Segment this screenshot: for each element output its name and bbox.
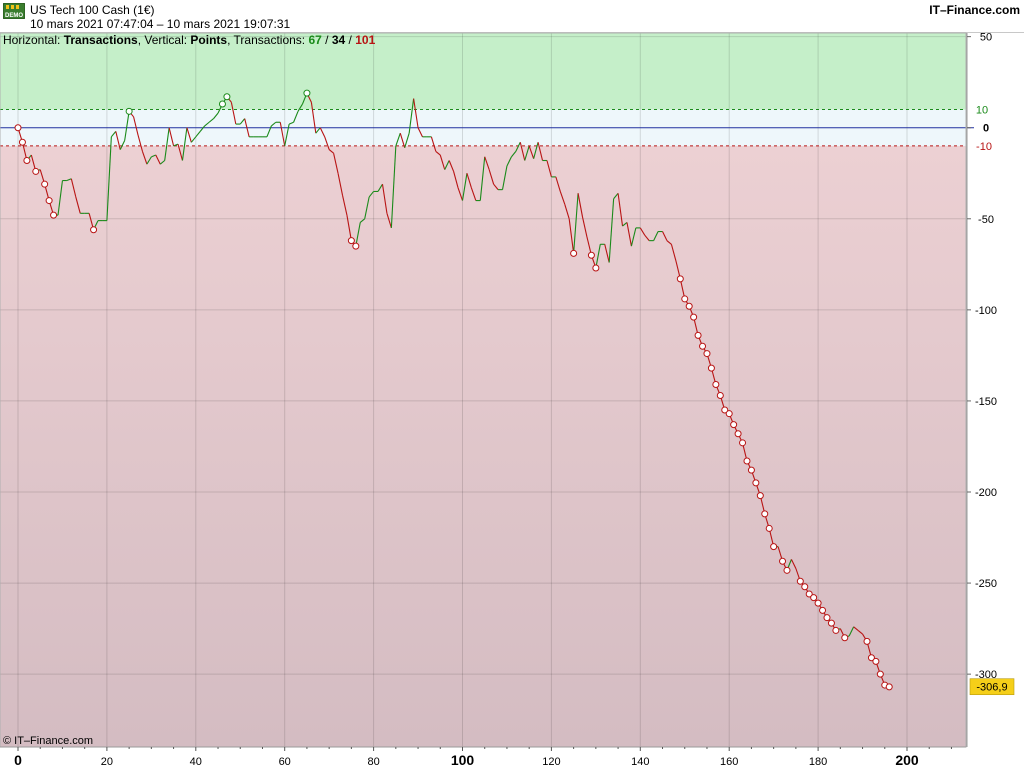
horizontal-value: Transactions xyxy=(63,33,138,47)
x-tick-label: 0 xyxy=(14,752,22,768)
x-tick-label: 140 xyxy=(631,756,649,768)
extreme-marker xyxy=(303,89,311,97)
extreme-marker xyxy=(592,264,600,272)
y-tick-label: -100 xyxy=(975,305,997,317)
extreme-marker xyxy=(832,626,840,634)
extreme-marker xyxy=(810,594,818,602)
extreme-marker xyxy=(694,331,702,339)
extreme-marker xyxy=(707,364,715,372)
extreme-marker xyxy=(765,524,773,532)
extreme-marker xyxy=(90,226,98,234)
loss-zone xyxy=(0,145,966,747)
x-tick-label: 200 xyxy=(895,752,919,768)
extreme-marker xyxy=(739,439,747,447)
upper-band-label: 10 xyxy=(976,105,988,117)
extreme-marker xyxy=(45,197,53,205)
y-tick-label: -150 xyxy=(975,396,997,408)
separator-1: / xyxy=(321,33,332,47)
extreme-marker xyxy=(783,566,791,574)
y-tick-label: -200 xyxy=(975,487,997,499)
extreme-marker xyxy=(699,342,707,350)
extreme-marker xyxy=(14,124,22,132)
y-tick-label: 0 xyxy=(983,123,989,135)
copyright: © IT–Finance.com xyxy=(3,735,94,747)
extreme-marker xyxy=(690,313,698,321)
extreme-marker xyxy=(725,410,733,418)
extreme-marker xyxy=(872,657,880,665)
y-tick-label: -50 xyxy=(978,214,994,226)
extreme-marker xyxy=(827,619,835,627)
extreme-marker xyxy=(125,107,133,115)
vertical-prefix: , Vertical: xyxy=(137,33,191,47)
x-tick-label: 160 xyxy=(720,756,738,768)
extreme-marker xyxy=(587,251,595,259)
info-bar: Horizontal: Transactions, Vertical: Poin… xyxy=(3,33,375,47)
extreme-marker xyxy=(685,302,693,310)
extreme-marker xyxy=(730,421,738,429)
extreme-marker xyxy=(823,614,831,622)
x-tick-label: 40 xyxy=(190,756,202,768)
x-tick-label: 100 xyxy=(451,752,475,768)
x-tick-label: 120 xyxy=(542,756,560,768)
extreme-marker xyxy=(747,466,755,474)
extreme-marker xyxy=(779,557,787,565)
extreme-marker xyxy=(734,430,742,438)
x-tick-label: 20 xyxy=(101,756,113,768)
extreme-marker xyxy=(885,683,893,691)
vertical-value: Points xyxy=(190,33,228,47)
extreme-marker xyxy=(23,157,31,164)
extreme-marker xyxy=(703,350,711,358)
extreme-marker xyxy=(819,606,827,614)
last-value-label: -306,9 xyxy=(976,682,1007,694)
chart-svg: 500-50-100-150-200-250-30010-10-306,90 20… xyxy=(0,32,1015,768)
extreme-marker xyxy=(712,381,720,389)
separator-2: / xyxy=(345,33,356,47)
extreme-marker xyxy=(570,249,578,257)
extreme-marker xyxy=(756,492,764,500)
extreme-marker xyxy=(841,634,849,642)
extreme-marker xyxy=(676,275,684,283)
extreme-marker xyxy=(814,599,822,607)
transactions-prefix: , Transactions: xyxy=(227,33,309,47)
total-count: 101 xyxy=(355,33,376,47)
x-tick-label: 180 xyxy=(809,756,827,768)
extreme-marker xyxy=(716,391,724,399)
y-tick-label: -250 xyxy=(975,578,997,590)
extreme-marker xyxy=(50,211,58,219)
x-tick-label: 80 xyxy=(367,756,379,768)
extreme-marker xyxy=(863,637,871,645)
extreme-marker xyxy=(801,583,809,591)
extreme-marker xyxy=(218,100,226,108)
x-tick-label: 60 xyxy=(279,756,291,768)
extreme-marker xyxy=(743,457,751,465)
wins-count: 67 xyxy=(308,33,322,47)
extreme-marker xyxy=(41,180,49,188)
extreme-marker xyxy=(681,295,689,303)
y-tick-label: 50 xyxy=(980,32,992,44)
extreme-marker xyxy=(18,138,26,146)
extreme-marker xyxy=(770,543,778,551)
extreme-marker xyxy=(223,93,231,101)
extreme-marker xyxy=(347,237,355,245)
horizontal-prefix: Horizontal: xyxy=(3,33,64,47)
extreme-marker xyxy=(352,242,360,250)
extreme-marker xyxy=(761,510,769,518)
extreme-marker xyxy=(876,670,884,678)
neutral-count: 34 xyxy=(331,33,346,47)
extreme-marker xyxy=(796,577,804,585)
extreme-marker xyxy=(32,167,40,175)
lower-band-label: -10 xyxy=(976,141,992,153)
extreme-marker xyxy=(752,479,760,487)
